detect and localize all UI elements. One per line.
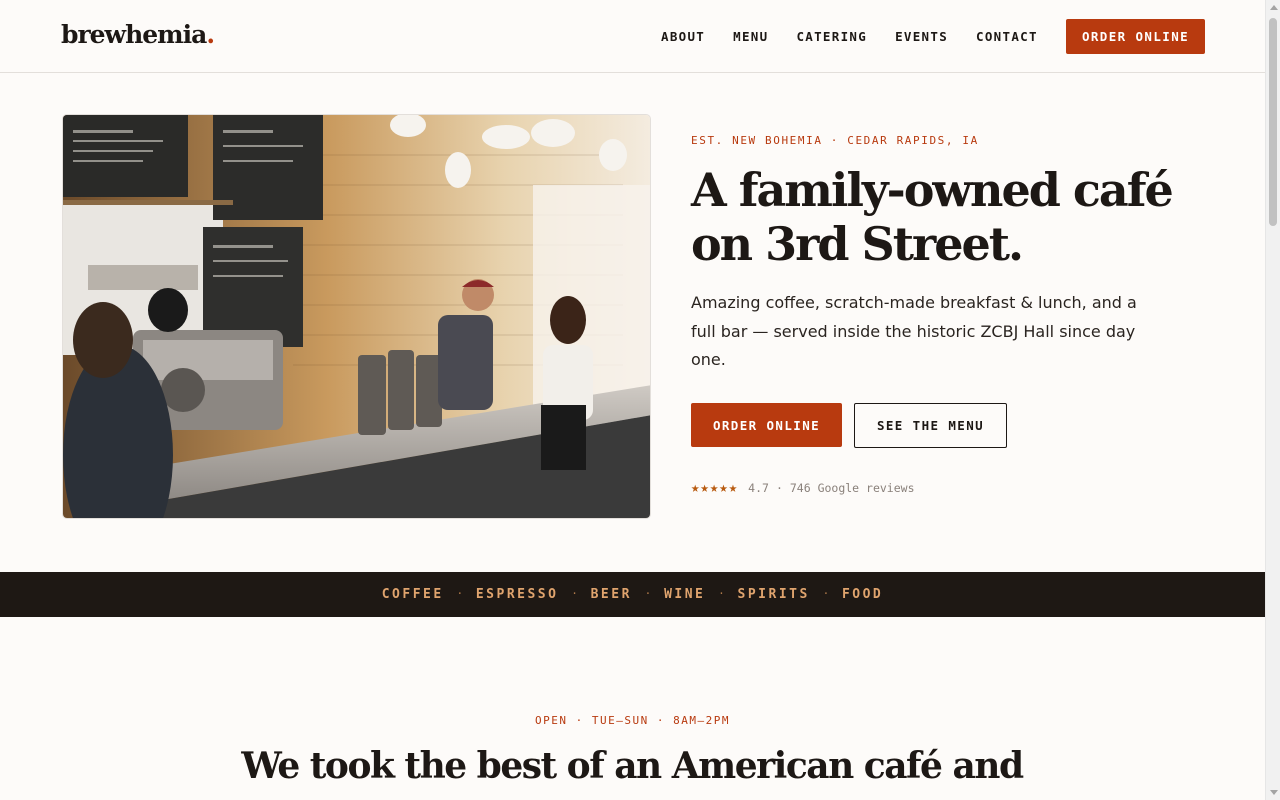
scroll-up-icon[interactable] xyxy=(1270,5,1278,10)
brand-dot: . xyxy=(206,20,215,49)
hero-title-line1: A family-owned café xyxy=(691,163,1174,217)
offering-separator: · xyxy=(645,587,651,602)
photo-illustration xyxy=(63,115,650,518)
offering-separator: · xyxy=(457,587,462,602)
scroll-down-icon[interactable] xyxy=(1270,790,1278,795)
rating-score: 4.7 xyxy=(748,481,769,495)
page-scrollbar[interactable] xyxy=(1265,0,1280,800)
nav-events[interactable]: EVENTS xyxy=(895,29,948,44)
hero-description: Amazing coffee, scratch-made breakfast &… xyxy=(691,293,1137,369)
offering-spirits: SPIRITS xyxy=(737,587,810,602)
nav-contact[interactable]: CONTACT xyxy=(976,29,1038,44)
offerings-band: COFFEE · ESPRESSO · BEER · WINE · SPIRIT… xyxy=(0,572,1265,617)
nav-catering[interactable]: CATERING xyxy=(796,29,867,44)
offering-food: FOOD xyxy=(841,587,884,602)
rating-separator: · xyxy=(775,481,783,495)
site-header: brewhemia. ABOUT MENU CATERING EVENTS CO… xyxy=(0,0,1265,73)
offering-beer: BEER xyxy=(590,587,632,602)
offering-wine: WINE xyxy=(664,587,706,602)
nav-order-online-button[interactable]: ORDER ONLINE xyxy=(1066,19,1205,54)
scrollbar-thumb[interactable] xyxy=(1269,18,1277,226)
see-the-menu-button[interactable]: SEE THE MENU xyxy=(854,403,1007,448)
offering-separator: · xyxy=(572,587,577,602)
nav-menu[interactable]: MENU xyxy=(733,29,768,44)
offering-separator: · xyxy=(719,587,724,602)
hero-kicker: EST. NEW BOHEMIA · CEDAR RAPIDS, IA xyxy=(691,134,979,147)
hero-order-online-button[interactable]: ORDER ONLINE xyxy=(691,403,842,447)
hero-title: A family-owned café on 3rd Street. xyxy=(691,163,1211,271)
star-rating-icons: ★★★★★ xyxy=(691,480,739,496)
intro-title: We took the best of an American café and xyxy=(241,745,1024,787)
google-rating: ★★★★★ 4.7 · 746 Google reviews xyxy=(691,480,915,496)
cafe-counter-photo xyxy=(62,114,651,519)
opening-hours: OPEN · TUE–SUN · 8AM–2PM xyxy=(535,714,730,727)
hero-title-line2: on 3rd Street. xyxy=(691,217,1024,271)
offering-espresso: ESPRESSO xyxy=(475,587,559,602)
offering-coffee: COFFEE xyxy=(381,587,444,602)
brand-name: brewhemia xyxy=(61,20,207,49)
offering-separator: · xyxy=(823,587,828,602)
main-nav: ABOUT MENU CATERING EVENTS CONTACT xyxy=(661,29,1066,44)
rating-reviews: 746 Google reviews xyxy=(789,481,915,495)
brand-logo[interactable]: brewhemia. xyxy=(61,20,215,49)
nav-about[interactable]: ABOUT xyxy=(661,29,705,44)
